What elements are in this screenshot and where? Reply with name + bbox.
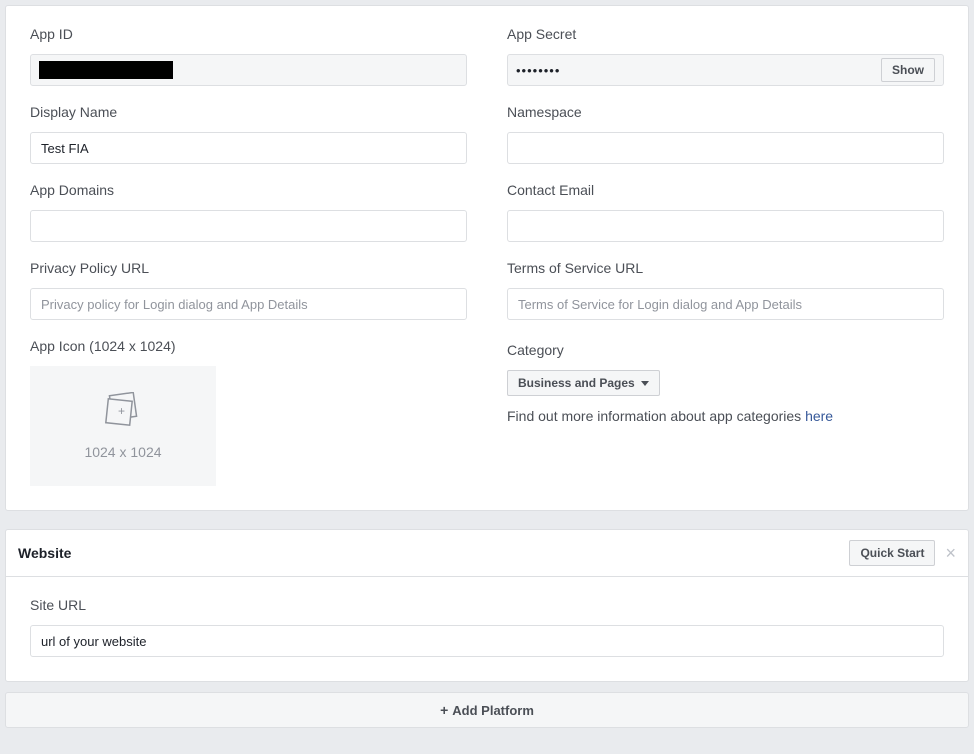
app-id-label: App ID bbox=[30, 26, 467, 42]
privacy-url-label: Privacy Policy URL bbox=[30, 260, 467, 276]
app-secret-label: App Secret bbox=[507, 26, 944, 42]
category-selected: Business and Pages bbox=[518, 376, 635, 390]
add-platform-button[interactable]: + Add Platform bbox=[5, 692, 969, 728]
category-label: Category bbox=[507, 342, 944, 358]
website-title: Website bbox=[18, 545, 849, 561]
display-name-label: Display Name bbox=[30, 104, 467, 120]
tos-url-label: Terms of Service URL bbox=[507, 260, 944, 276]
app-domains-input[interactable] bbox=[30, 210, 467, 242]
image-upload-icon: + bbox=[103, 392, 143, 428]
app-secret-value: •••••••• bbox=[516, 63, 881, 78]
add-platform-label: Add Platform bbox=[452, 703, 534, 718]
app-id-value bbox=[30, 54, 467, 86]
quick-start-button[interactable]: Quick Start bbox=[849, 540, 935, 566]
app-secret-box: •••••••• Show bbox=[507, 54, 944, 86]
category-help-text: Find out more information about app cate… bbox=[507, 408, 944, 424]
website-panel: Website Quick Start × Site URL bbox=[5, 529, 969, 682]
svg-text:+: + bbox=[118, 404, 125, 418]
chevron-down-icon bbox=[641, 381, 649, 386]
namespace-input[interactable] bbox=[507, 132, 944, 164]
namespace-label: Namespace bbox=[507, 104, 944, 120]
category-help-link[interactable]: here bbox=[805, 408, 833, 424]
app-id-redacted bbox=[39, 61, 173, 79]
app-icon-upload[interactable]: + 1024 x 1024 bbox=[30, 366, 216, 486]
plus-icon: + bbox=[440, 702, 448, 718]
tos-url-input[interactable] bbox=[507, 288, 944, 320]
close-icon[interactable]: × bbox=[945, 544, 956, 562]
display-name-input[interactable] bbox=[30, 132, 467, 164]
privacy-url-input[interactable] bbox=[30, 288, 467, 320]
contact-email-input[interactable] bbox=[507, 210, 944, 242]
category-dropdown[interactable]: Business and Pages bbox=[507, 370, 660, 396]
app-icon-hint: 1024 x 1024 bbox=[84, 444, 161, 460]
show-secret-button[interactable]: Show bbox=[881, 58, 935, 82]
site-url-label: Site URL bbox=[30, 597, 944, 613]
basic-settings-panel: App ID App Secret •••••••• Show Display … bbox=[5, 5, 969, 511]
site-url-input[interactable] bbox=[30, 625, 944, 657]
contact-email-label: Contact Email bbox=[507, 182, 944, 198]
app-icon-label: App Icon (1024 x 1024) bbox=[30, 338, 467, 354]
app-domains-label: App Domains bbox=[30, 182, 467, 198]
